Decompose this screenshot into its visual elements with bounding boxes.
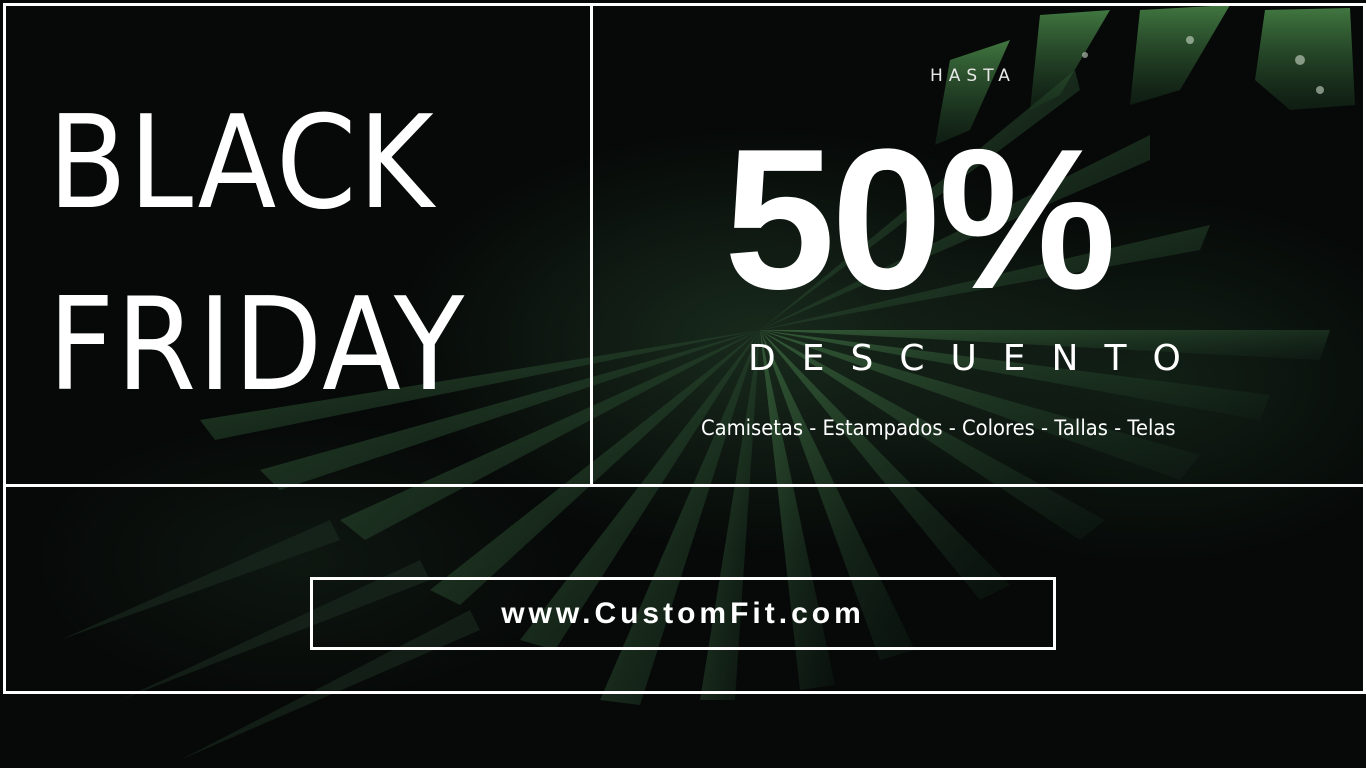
product-categories: Camisetas - Estampados - Colores - Talla… — [701, 416, 1176, 440]
discount-amount: 50% — [724, 108, 1116, 331]
website-link[interactable]: www.CustomFit.com — [310, 577, 1056, 650]
offer-prefix: HASTA — [930, 66, 1016, 86]
headline-line-2: FRIDAY — [48, 271, 466, 420]
website-url[interactable]: www.CustomFit.com — [501, 597, 865, 631]
headline-line-1: BLACK — [48, 89, 436, 238]
black-friday-banner: BLACK FRIDAY HASTA 50% DESCUENTO Camiset… — [0, 0, 1366, 768]
discount-label: DESCUENTO — [748, 338, 1207, 379]
